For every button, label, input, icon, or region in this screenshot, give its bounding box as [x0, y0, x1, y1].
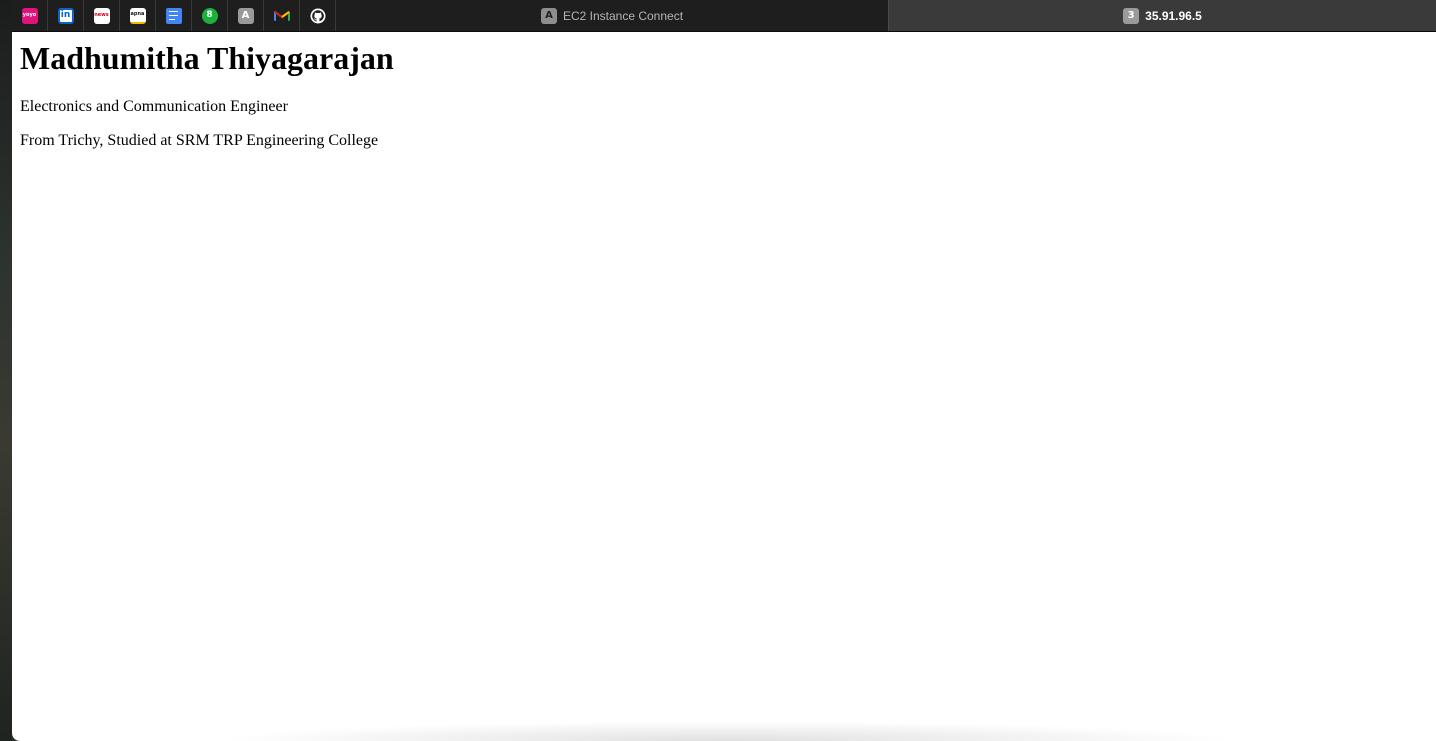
pinned-tab-a[interactable]: A — [228, 0, 264, 31]
profession-text: Electronics and Communication Engineer — [20, 98, 288, 115]
tab-title: 35.91.96.5 — [1145, 8, 1202, 23]
apna-icon: apna — [129, 7, 146, 24]
browser-window: yoyo in news apna 8 A A EC2 Instance Con… — [12, 0, 1436, 741]
pinned-tab-apna[interactable]: apna — [120, 0, 156, 31]
pinned-tab-linkedin[interactable]: in — [48, 0, 84, 31]
pinned-tabs: yoyo in news apna 8 A — [12, 0, 336, 31]
github-icon — [310, 8, 325, 23]
pinned-tab-github[interactable] — [300, 0, 336, 31]
tab-ec2-instance-connect[interactable]: A EC2 Instance Connect — [335, 0, 888, 31]
pinned-tab-yoyo[interactable]: yoyo — [12, 0, 48, 31]
tab-bar: yoyo in news apna 8 A A EC2 Instance Con… — [12, 0, 1436, 32]
gmail-icon — [273, 9, 290, 21]
news-icon: news — [93, 7, 110, 24]
letter-a-icon: A — [237, 7, 254, 24]
green-circle-icon: 8 — [201, 7, 218, 24]
pinned-tab-google-docs[interactable] — [156, 0, 192, 31]
letter-a-icon: A — [540, 7, 557, 24]
tab-active-page[interactable]: 3 35.91.96.5 — [888, 0, 1436, 31]
desktop-wallpaper-edge — [0, 0, 12, 741]
google-docs-icon — [165, 7, 182, 24]
pinned-tab-news[interactable]: news — [84, 0, 120, 31]
page-title: Madhumitha Thiyagarajan — [20, 40, 394, 76]
pinned-tab-green[interactable]: 8 — [192, 0, 228, 31]
linkedin-icon: in — [57, 7, 74, 24]
page-content: Madhumitha Thiyagarajan Electronics and … — [20, 32, 1436, 741]
number-badge-icon: 3 — [1123, 7, 1140, 24]
yoyo-icon: yoyo — [21, 7, 38, 24]
window-shadow — [212, 721, 1242, 741]
pinned-tab-gmail[interactable] — [264, 0, 300, 31]
background-text: From Trichy, Studied at SRM TRP Engineer… — [20, 132, 379, 149]
tab-title: EC2 Instance Connect — [562, 8, 684, 23]
